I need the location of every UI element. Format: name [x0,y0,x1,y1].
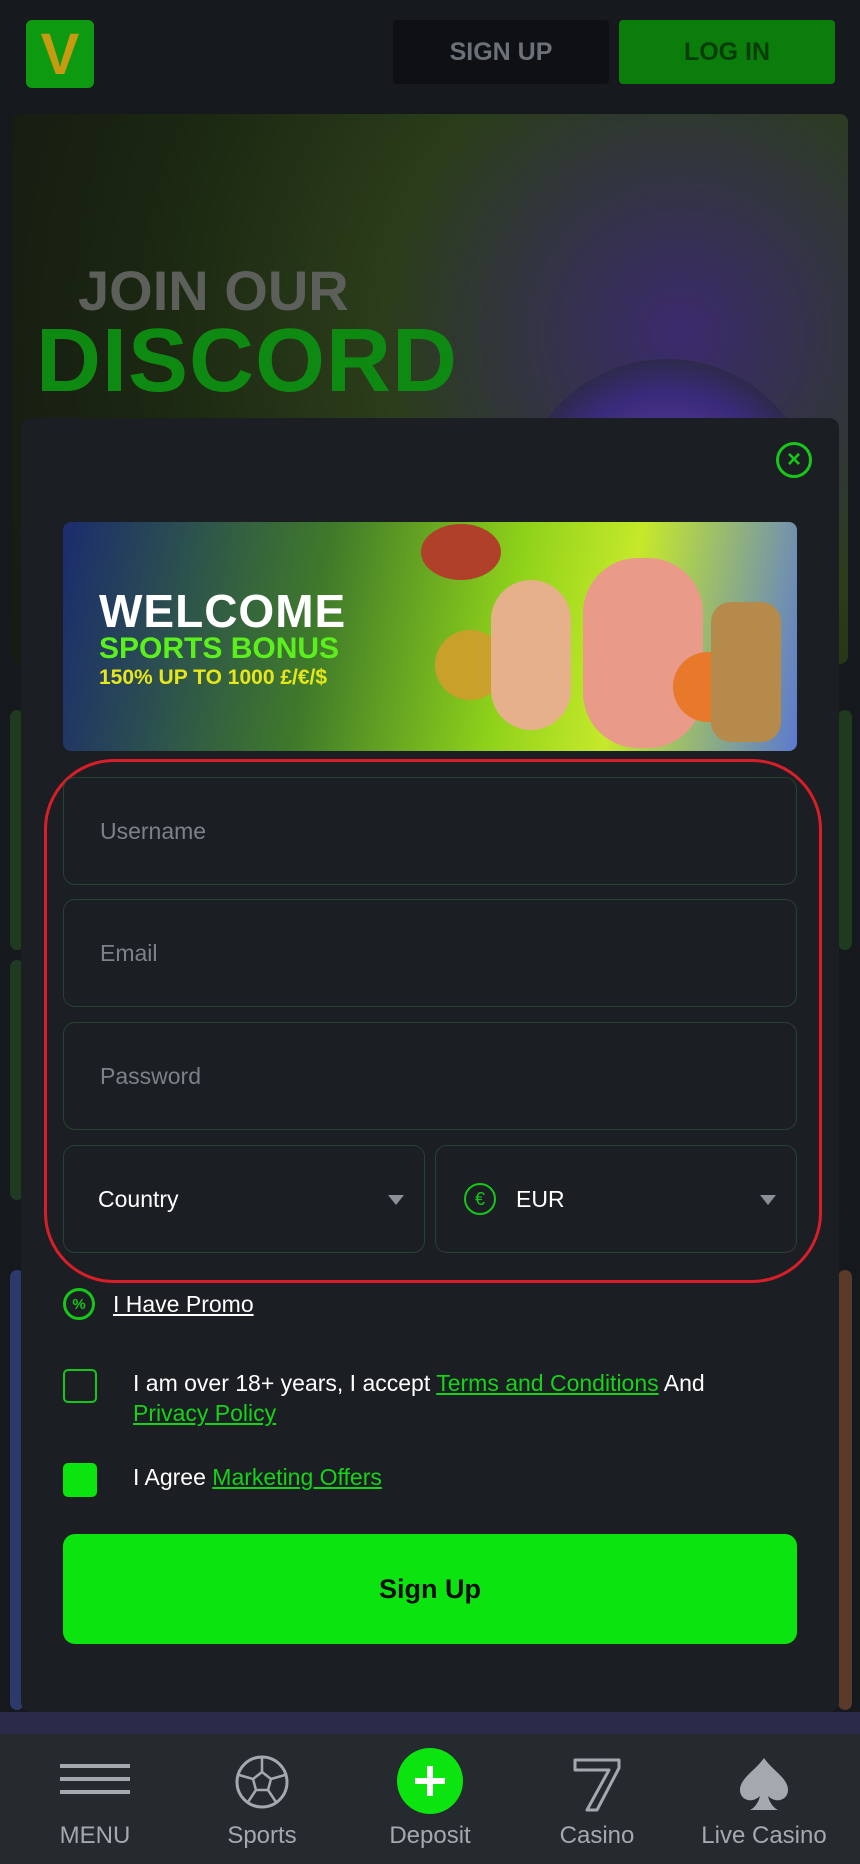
background-discord-text: DISCORD [36,311,459,411]
nav-casino[interactable]: Casino [511,1734,683,1864]
nav-deposit[interactable]: Deposit [344,1734,516,1864]
header-signup-button[interactable]: SIGN UP [393,20,609,84]
nav-label: Live Casino [701,1822,827,1849]
marketing-link[interactable]: Marketing Offers [212,1464,382,1490]
privacy-link[interactable]: Privacy Policy [133,1400,276,1426]
username-input[interactable] [98,816,796,846]
terms-prefix: I am over 18+ years, I accept [133,1370,437,1396]
header: V SIGN UP LOG IN [0,0,860,104]
marketing-text: I Agree Marketing Offers [133,1464,382,1491]
euro-icon: € [464,1183,496,1215]
terms-link[interactable]: Terms and Conditions [436,1370,658,1396]
plus-icon [397,1748,463,1814]
nav-live-casino[interactable]: Live Casino [678,1734,850,1864]
spade-icon [740,1758,788,1810]
banner-sports-bonus-text: SPORTS BONUS [99,632,340,665]
ball-graphic [421,524,501,580]
password-input[interactable] [98,1061,796,1091]
terms-mid: And [658,1370,705,1396]
terms-checkbox[interactable] [63,1369,97,1403]
promo-code-toggle[interactable]: % I Have Promo [63,1288,254,1320]
marketing-checkbox[interactable] [63,1463,97,1497]
chevron-down-icon [760,1195,776,1205]
country-select[interactable]: Country [63,1145,425,1253]
seven-icon [573,1758,621,1812]
password-field[interactable] [63,1022,797,1130]
hamburger-icon [60,1764,130,1794]
promo-link[interactable]: I Have Promo [113,1291,254,1318]
totem-graphic [711,602,781,742]
welcome-bonus-banner: WELCOME SPORTS BONUS 150% UP TO 1000 £/€… [63,522,797,751]
nav-label: MENU [59,1822,131,1849]
username-field[interactable] [63,777,797,885]
signup-submit-button[interactable]: Sign Up [63,1534,797,1644]
header-login-button[interactable]: LOG IN [619,20,835,84]
nav-menu[interactable]: MENU [9,1734,181,1864]
close-icon[interactable]: × [776,442,812,478]
currency-value: EUR [516,1185,565,1212]
background-tile [838,710,852,950]
nav-sports[interactable]: Sports [176,1734,348,1864]
chevron-down-icon [388,1195,404,1205]
percent-badge-icon: % [63,1288,95,1320]
character-graphic [583,558,703,748]
banner-offer-text: 150% UP TO 1000 £/€/$ [99,666,328,689]
site-logo[interactable]: V [26,20,94,88]
character-graphic [491,580,571,730]
soccer-ball-icon [235,1755,289,1809]
banner-welcome-text: WELCOME [99,585,347,637]
agree-prefix: I Agree [133,1464,213,1490]
country-value: Country [98,1185,179,1212]
terms-text: I am over 18+ years, I accept Terms and … [133,1368,773,1428]
nav-label: Deposit [389,1822,471,1849]
bottom-nav: MENU Sports Deposit Casino Live Casino [0,1734,860,1864]
background-strip [0,1712,860,1734]
nav-label: Casino [559,1822,635,1849]
email-field[interactable] [63,899,797,1007]
logo-letter: V [40,21,80,87]
email-input[interactable] [98,938,796,968]
currency-select[interactable]: € EUR [435,1145,797,1253]
background-tile [838,1270,852,1710]
nav-label: Sports [227,1822,297,1849]
